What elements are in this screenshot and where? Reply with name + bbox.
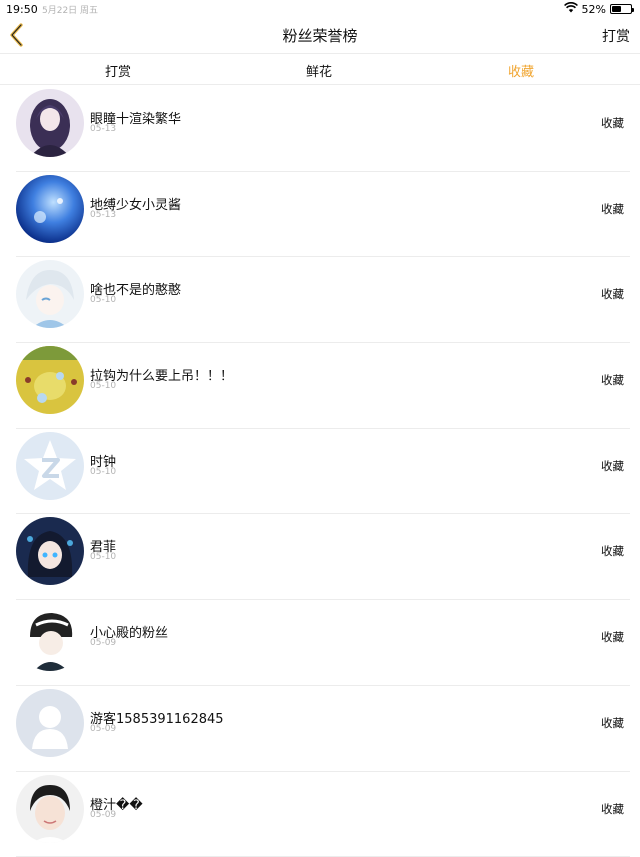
avatar [16, 260, 84, 328]
nav-bar: 粉丝荣誉榜 打赏 [0, 18, 640, 52]
status-bar: 19:50 5月22日 周五 52% [0, 0, 640, 18]
avatar [16, 775, 84, 843]
list-item[interactable]: 游客1585391162845 05-09 收藏 [16, 686, 630, 772]
favorite-button[interactable]: 收藏 [601, 801, 624, 817]
list-item[interactable]: 君菲 05-10 收藏 [16, 514, 630, 600]
wifi-icon [564, 2, 578, 16]
page-title: 粉丝荣誉榜 [0, 25, 640, 46]
fan-date: 05-10 [90, 295, 116, 305]
list-item[interactable]: 眼瞳十渲染繁华 05-13 收藏 [16, 86, 630, 172]
avatar [16, 603, 84, 671]
tab-reward[interactable]: 打赏 [78, 61, 158, 80]
avatar [16, 346, 84, 414]
fan-date: 05-10 [90, 381, 116, 391]
avatar [16, 517, 84, 585]
favorite-button[interactable]: 收藏 [601, 286, 624, 302]
battery-icon [610, 4, 632, 14]
status-date: 5月22日 周五 [42, 3, 98, 16]
status-time: 19:50 [6, 3, 38, 16]
battery-percent: 52% [582, 3, 606, 16]
fan-date: 05-09 [90, 724, 116, 734]
avatar [16, 89, 84, 157]
tab-favorite[interactable]: 收藏 [481, 61, 561, 80]
avatar [16, 689, 84, 757]
battery-fill [612, 6, 621, 12]
favorite-button[interactable]: 收藏 [601, 629, 624, 645]
list-item[interactable]: 橙汁�� 05-09 收藏 [16, 772, 630, 857]
list-item[interactable]: 时钟 05-10 收藏 [16, 429, 630, 515]
avatar [16, 175, 84, 243]
fan-date: 05-13 [90, 210, 116, 220]
list-item[interactable]: 拉钩为什么要上吊！！！ 05-10 收藏 [16, 343, 630, 429]
fan-date: 05-10 [90, 467, 116, 477]
fan-list: 眼瞳十渲染繁华 05-13 收藏 地缚少女小灵酱 05-13 收藏 [0, 86, 640, 857]
favorite-button[interactable]: 收藏 [601, 458, 624, 474]
favorite-button[interactable]: 收藏 [601, 115, 624, 131]
favorite-button[interactable]: 收藏 [601, 543, 624, 559]
fan-date: 05-09 [90, 810, 116, 820]
avatar [16, 432, 84, 500]
fan-date: 05-09 [90, 638, 116, 648]
list-item[interactable]: 地缚少女小灵酱 05-13 收藏 [16, 172, 630, 258]
fan-date: 05-13 [90, 124, 116, 134]
reward-button[interactable]: 打赏 [602, 26, 630, 46]
fan-date: 05-10 [90, 552, 116, 562]
favorite-button[interactable]: 收藏 [601, 201, 624, 217]
status-right: 52% [564, 2, 632, 16]
tab-bar: 打赏 鲜花 收藏 [0, 53, 640, 85]
list-item[interactable]: 小心殿的粉丝 05-09 收藏 [16, 600, 630, 686]
favorite-button[interactable]: 收藏 [601, 372, 624, 388]
list-item[interactable]: 啥也不是的憨憨 05-10 收藏 [16, 257, 630, 343]
tab-flower[interactable]: 鲜花 [279, 61, 359, 80]
favorite-button[interactable]: 收藏 [601, 715, 624, 731]
